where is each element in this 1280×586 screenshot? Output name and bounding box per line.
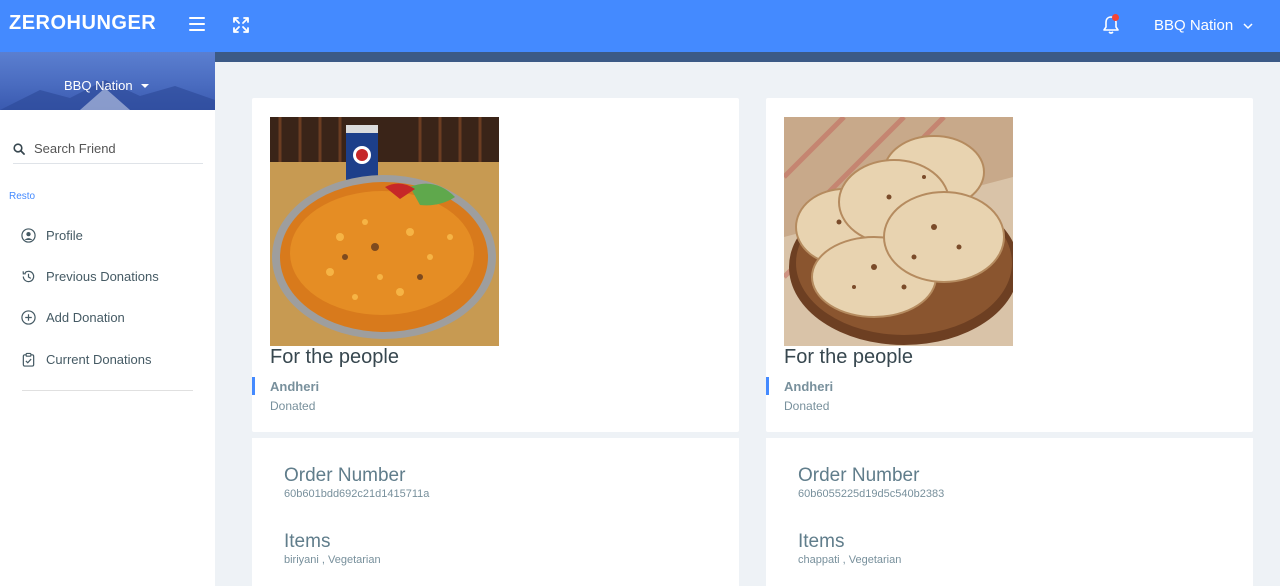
sidebar: BBQ Nation Resto Profile Previous Donati… — [0, 52, 215, 586]
items-label: Items — [284, 531, 331, 552]
location-accent-bar — [252, 377, 255, 395]
donation-details-card: Order Number 60b601bdd692c21d1415711a It… — [252, 438, 739, 586]
items-value: biriyani , Vegetarian — [284, 554, 381, 566]
profile-dropdown[interactable]: BBQ Nation — [64, 78, 149, 93]
notification-bell-icon[interactable] — [1101, 14, 1121, 36]
sidebar-item-label: Profile — [46, 228, 83, 243]
donation-title: For the people — [784, 346, 913, 368]
search-field[interactable] — [13, 134, 203, 164]
plus-circle-icon — [21, 310, 36, 325]
header-strip — [215, 52, 1280, 62]
search-input[interactable] — [34, 141, 194, 156]
order-number-label: Order Number — [798, 465, 920, 486]
search-icon — [13, 142, 25, 155]
user-menu[interactable]: BBQ Nation — [1154, 17, 1254, 34]
donation-title: For the people — [270, 346, 399, 368]
sidebar-item-profile[interactable]: Profile — [21, 228, 83, 243]
sidebar-item-label: Current Donations — [46, 352, 152, 367]
donation-location: Andheri — [270, 379, 320, 394]
donation-location: Andheri — [784, 379, 834, 394]
sidebar-profile-header: BBQ Nation — [0, 52, 215, 110]
profile-name: BBQ Nation — [64, 78, 133, 93]
sidebar-item-previous-donations[interactable]: Previous Donations — [21, 269, 159, 284]
chevron-down-icon — [1243, 22, 1253, 29]
donation-card: For the people Andheri Donated — [766, 98, 1253, 432]
fullscreen-icon[interactable] — [232, 16, 250, 34]
top-navbar: ZEROHUNGER BBQ Nation — [0, 0, 1280, 52]
sidebar-item-label: Add Donation — [46, 310, 125, 325]
user-name: BBQ Nation — [1154, 17, 1234, 34]
donation-status: Donated — [270, 399, 316, 413]
biriyani-image — [270, 117, 499, 346]
section-title: Resto — [9, 191, 36, 202]
location-accent-bar — [766, 377, 769, 395]
order-number-value: 60b601bdd692c21d1415711a — [284, 488, 430, 500]
donation-status: Donated — [784, 399, 830, 413]
user-circle-icon — [21, 228, 36, 243]
donation-card: For the people Andheri Donated — [252, 98, 739, 432]
brand-logo[interactable]: ZEROHUNGER — [9, 12, 156, 35]
items-label: Items — [798, 531, 845, 552]
items-value: chappati , Vegetarian — [798, 554, 902, 566]
menu-toggle-icon[interactable] — [189, 17, 205, 33]
history-icon — [22, 270, 35, 283]
sidebar-item-label: Previous Donations — [46, 269, 159, 284]
clipboard-check-icon — [22, 352, 35, 367]
notification-badge — [1112, 14, 1119, 21]
sidebar-divider — [22, 390, 193, 391]
sidebar-item-current-donations[interactable]: Current Donations — [21, 352, 152, 367]
order-number-value: 60b6055225d19d5c540b2383 — [798, 488, 945, 500]
caret-down-icon — [140, 83, 149, 88]
donation-details-card: Order Number 60b6055225d19d5c540b2383 It… — [766, 438, 1253, 586]
order-number-label: Order Number — [284, 465, 406, 486]
sidebar-item-add-donation[interactable]: Add Donation — [21, 310, 125, 325]
chappati-image — [784, 117, 1013, 346]
